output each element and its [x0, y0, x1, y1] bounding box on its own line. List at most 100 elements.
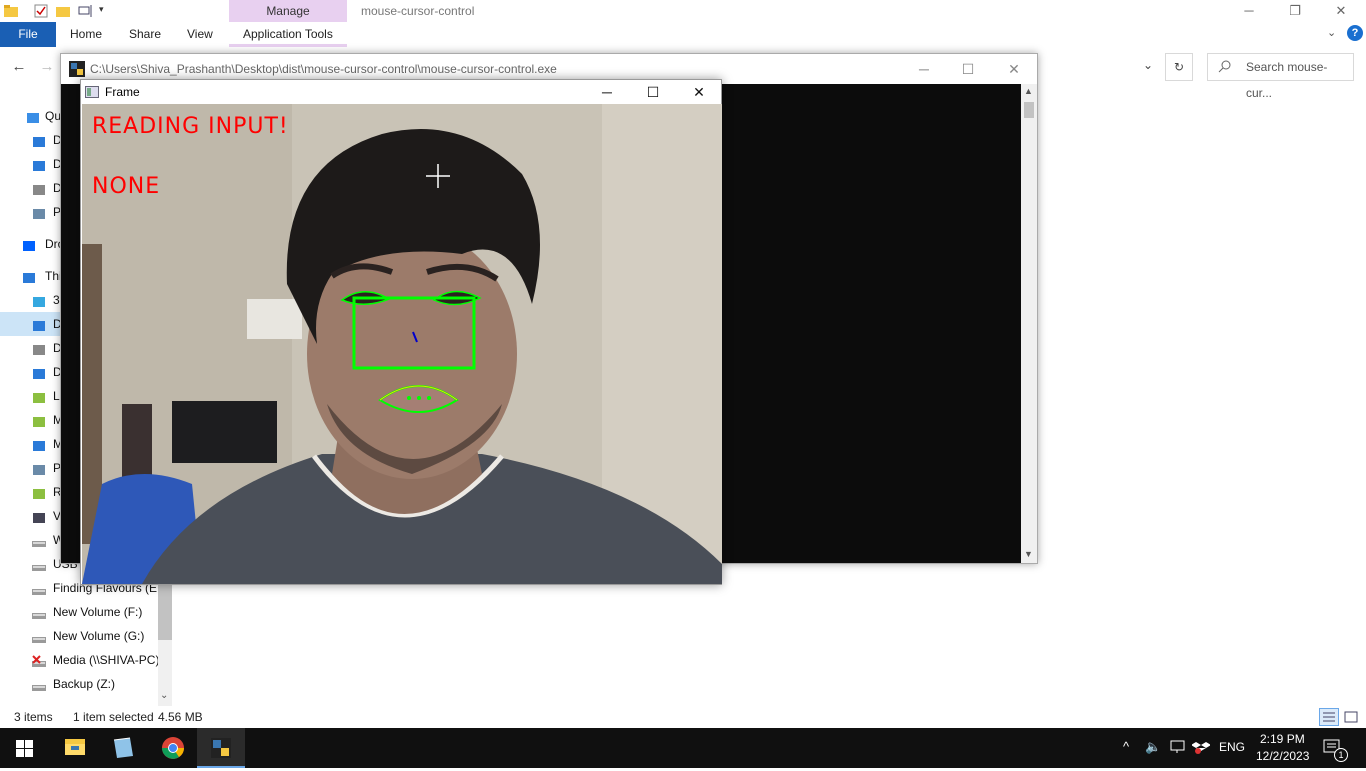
drive-icon	[32, 629, 46, 643]
reading-input-status: READING INPUT!	[92, 114, 289, 139]
clock-date[interactable]: 12/2/2023	[1256, 749, 1309, 763]
download-icon	[32, 365, 46, 379]
drive-icon	[32, 557, 46, 571]
window-title: mouse-cursor-control	[361, 4, 475, 18]
drive-icon	[32, 581, 46, 595]
music-icon	[32, 437, 46, 451]
frame-close-button[interactable]: ✕	[676, 80, 722, 104]
frame-title: Frame	[105, 85, 140, 99]
frame-title-bar[interactable]: Frame ─ ☐ ✕	[81, 80, 721, 104]
large-icons-view-icon[interactable]	[1343, 709, 1359, 725]
console-minimize-button[interactable]: ─	[901, 54, 947, 84]
details-view-icon[interactable]	[1319, 708, 1339, 726]
python-app-icon	[211, 738, 231, 758]
console-scrollbar[interactable]	[1021, 84, 1037, 563]
webcam-feed[interactable]: READING INPUT! NONE	[82, 104, 722, 584]
folder-icon	[4, 4, 18, 18]
minimize-button[interactable]: ─	[1226, 0, 1272, 22]
notepad-icon	[113, 737, 133, 758]
console-close-button[interactable]: ✕	[991, 54, 1037, 84]
refresh-button[interactable]: ↻	[1165, 53, 1193, 81]
network-folder-icon	[32, 413, 46, 427]
clock-time[interactable]: 2:19 PM	[1260, 732, 1305, 746]
status-bar: 3 items 1 item selected 4.56 MB	[0, 706, 1366, 728]
show-hidden-icons-chevron-icon[interactable]: ^	[1123, 739, 1129, 754]
tab-view[interactable]: View	[187, 22, 213, 47]
sidebar-item-label: 3	[53, 293, 60, 307]
sidebar-item[interactable]: Backup (Z:)	[0, 672, 158, 696]
download-icon	[32, 157, 46, 171]
taskbar-notepad[interactable]	[99, 728, 147, 768]
explorer-title-bar: ▾ Manage mouse-cursor-control ─ ❐ ✕	[0, 0, 1366, 22]
navigation-scrollbar-thumb[interactable]	[158, 580, 172, 640]
sidebar-item-label: L	[53, 389, 60, 403]
language-indicator[interactable]: ENG	[1219, 740, 1245, 754]
taskbar-chrome[interactable]	[149, 728, 197, 768]
sidebar-item-label: Backup (Z:)	[53, 677, 116, 691]
desktop-icon	[32, 133, 46, 147]
close-button[interactable]: ✕	[1318, 0, 1364, 22]
console-maximize-button[interactable]: ☐	[945, 54, 991, 84]
sidebar-item-label: New Volume (F:)	[53, 605, 143, 619]
windows-start-icon[interactable]	[16, 740, 33, 757]
address-dropdown-chevron-icon[interactable]: ⌄	[1138, 58, 1158, 76]
file-explorer-icon	[65, 739, 85, 755]
drive-icon	[32, 533, 46, 547]
back-arrow-icon[interactable]: ←	[9, 58, 29, 78]
frame-minimize-button[interactable]: ─	[584, 80, 630, 104]
scroll-down-chevron-icon[interactable]: ⌄	[160, 690, 168, 701]
dropbox-tray-icon[interactable]	[1191, 739, 1211, 755]
sidebar-item[interactable]: New Volume (G:)	[0, 624, 158, 648]
new-folder-icon[interactable]	[56, 4, 70, 18]
detected-action-label: NONE	[92, 174, 161, 199]
pictures-icon	[32, 461, 46, 475]
sidebar-item-label: Media (\\SHIVA-PC)	[53, 653, 158, 667]
search-icon	[1218, 59, 1232, 73]
console-scrollbar-thumb[interactable]	[1024, 102, 1034, 118]
item-count: 3 items	[14, 710, 53, 724]
tab-file[interactable]: File	[0, 22, 56, 47]
frame-window[interactable]: Frame ─ ☐ ✕ READING INPUT! NONE	[80, 79, 722, 585]
network-folder-icon	[32, 485, 46, 499]
python-app-icon	[69, 61, 85, 77]
dropbox-icon	[22, 237, 36, 251]
forward-arrow-icon[interactable]: →	[37, 58, 57, 78]
tab-share[interactable]: Share	[129, 22, 161, 47]
help-icon[interactable]: ?	[1347, 25, 1363, 41]
console-title: C:\Users\Shiva_Prashanth\Desktop\dist\mo…	[90, 62, 557, 76]
context-tab-highlight	[229, 44, 347, 47]
customize-quick-access-chevron-icon[interactable]: ▾	[99, 4, 113, 18]
sidebar-item[interactable]: Media (\\SHIVA-PC)	[0, 648, 158, 672]
sidebar-item[interactable]: New Volume (F:)	[0, 600, 158, 624]
computer-icon	[22, 269, 36, 283]
document-icon	[32, 341, 46, 355]
taskbar-file-explorer[interactable]	[51, 728, 99, 768]
expand-ribbon-chevron-icon[interactable]: ⌄	[1327, 26, 1336, 39]
document-icon	[32, 181, 46, 195]
webcam-image	[82, 104, 722, 584]
notification-count-badge: 1	[1334, 748, 1348, 762]
taskbar: ^ 🔈 ENG 2:19 PM 12/2/2023 1	[0, 728, 1366, 768]
sidebar-item-label: New Volume (G:)	[53, 629, 145, 643]
drive-icon	[32, 605, 46, 619]
pictures-icon	[32, 205, 46, 219]
desktop-icon	[32, 317, 46, 331]
maximize-button[interactable]: ❐	[1272, 0, 1318, 22]
selected-size: 4.56 MB	[158, 710, 203, 724]
tab-home[interactable]: Home	[70, 22, 102, 47]
manage-context-tab[interactable]: Manage	[229, 0, 347, 22]
disconnected-drive-icon	[32, 653, 46, 667]
volume-icon[interactable]: 🔈	[1145, 739, 1161, 755]
properties-icon[interactable]	[34, 4, 48, 18]
scroll-down-chevron-icon[interactable]: ▼	[1024, 549, 1033, 559]
star-icon	[26, 109, 40, 123]
frame-maximize-button[interactable]: ☐	[630, 80, 676, 104]
network-folder-icon	[32, 389, 46, 403]
rename-icon[interactable]	[78, 4, 92, 18]
taskbar-mouse-cursor-control[interactable]	[197, 728, 245, 768]
3d-objects-icon	[32, 293, 46, 307]
frame-window-icon	[85, 85, 99, 99]
chrome-icon	[162, 737, 184, 759]
scroll-up-chevron-icon[interactable]: ▲	[1024, 86, 1033, 96]
network-icon[interactable]	[1170, 740, 1186, 754]
